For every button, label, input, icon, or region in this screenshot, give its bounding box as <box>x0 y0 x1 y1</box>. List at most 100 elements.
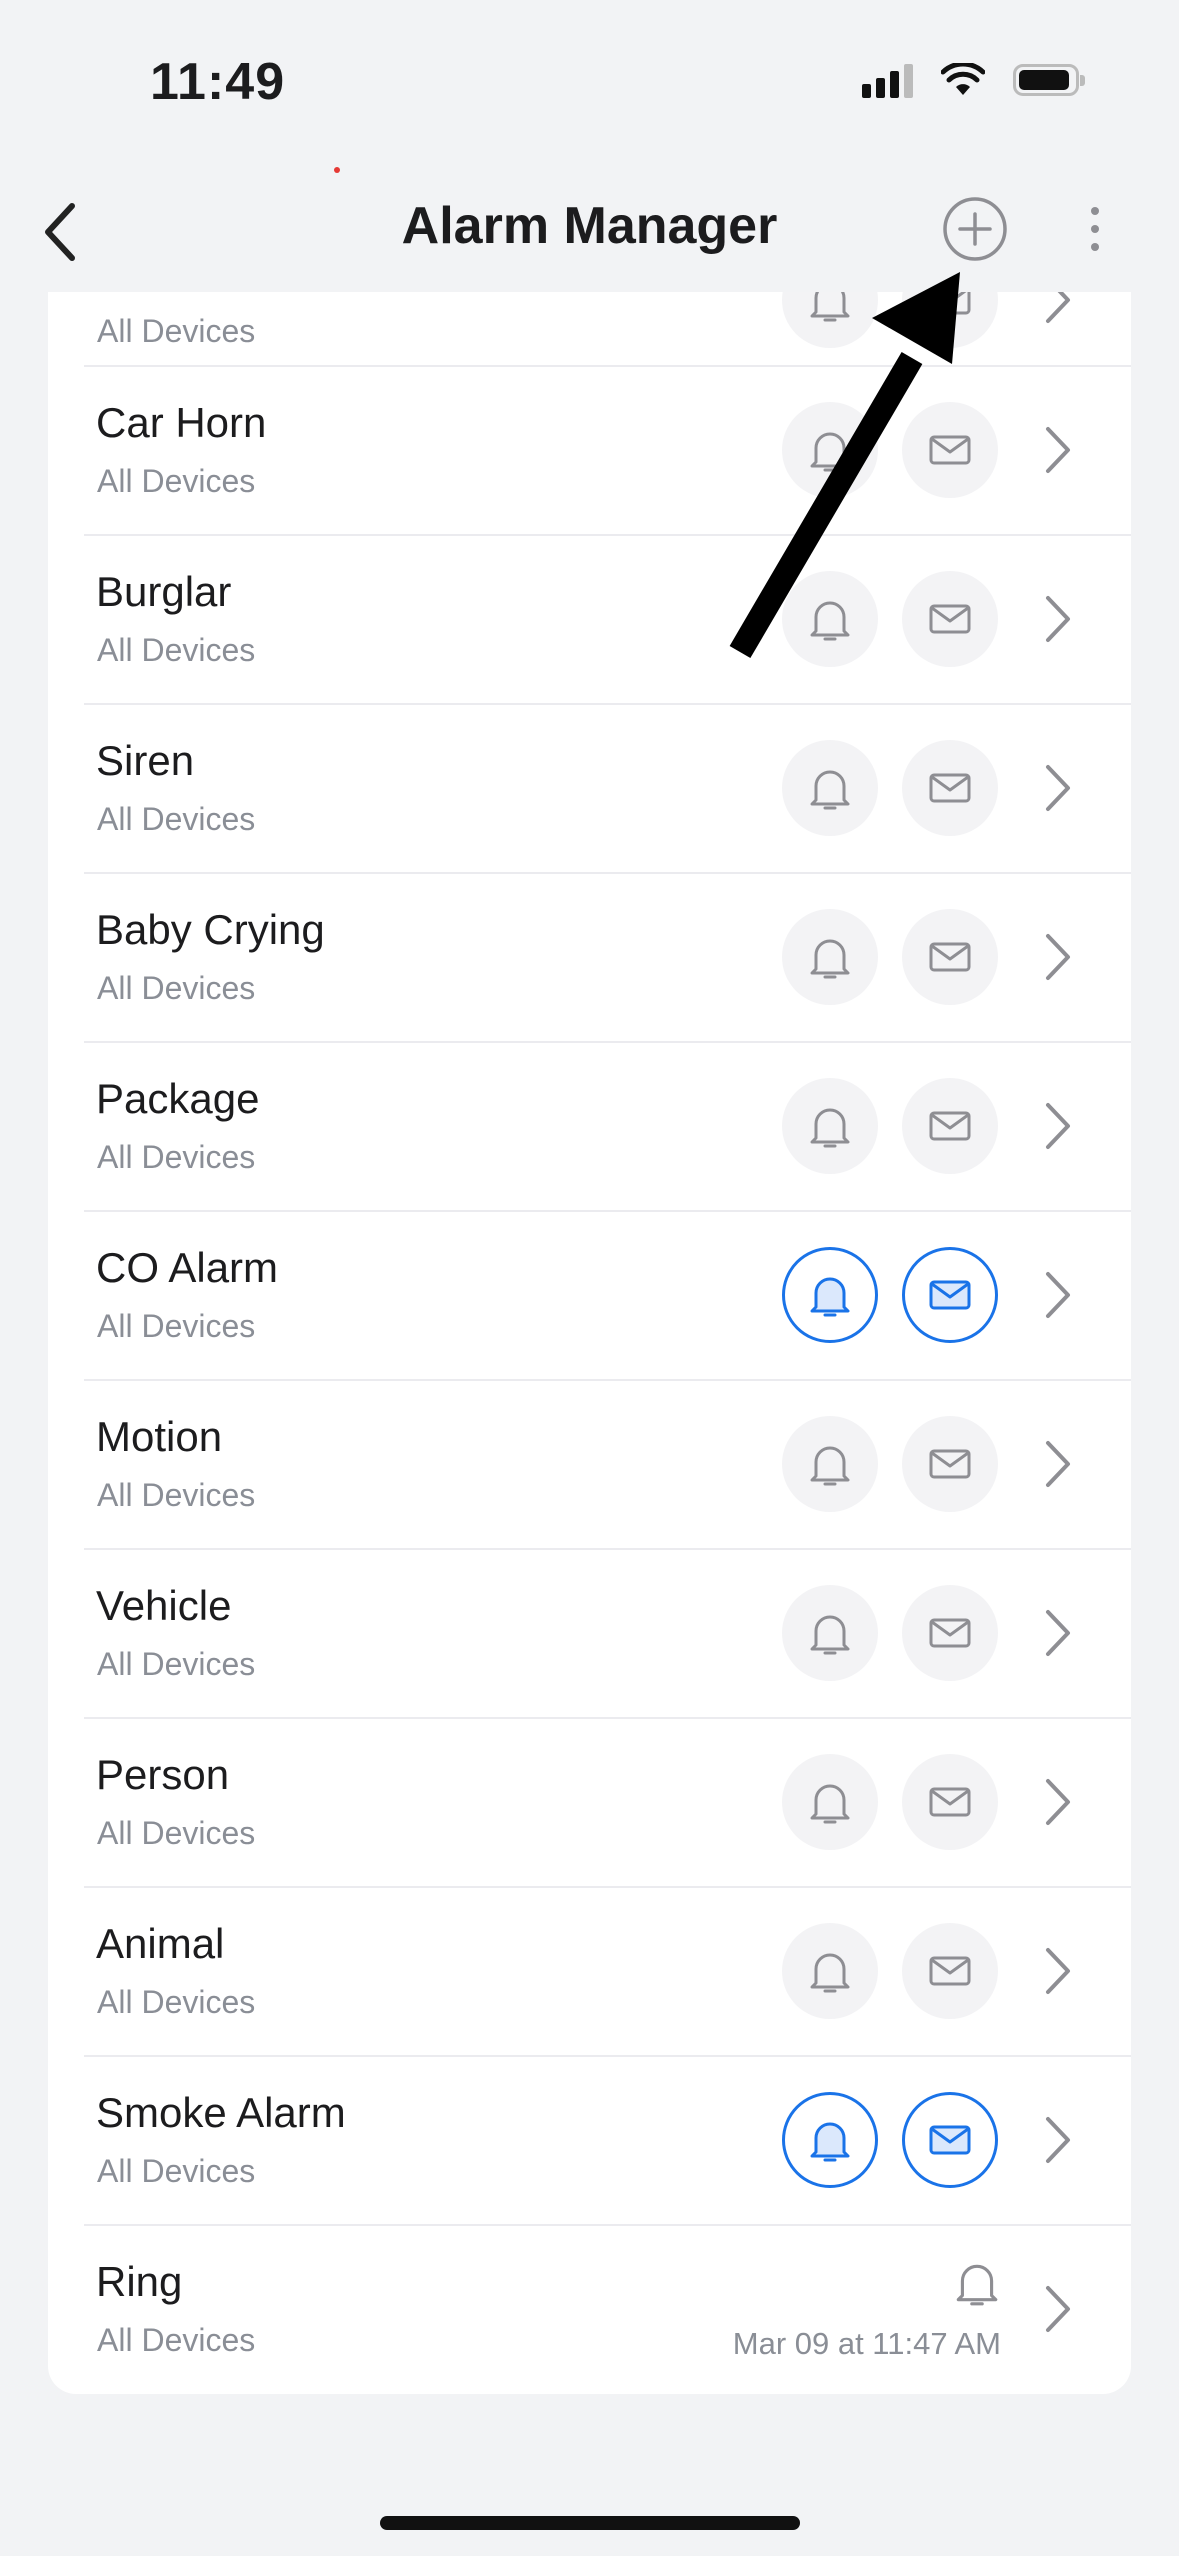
bell-icon <box>810 1615 850 1655</box>
alarm-name: CO Alarm <box>96 1244 279 1291</box>
divider <box>84 534 1131 536</box>
mail-icon <box>929 942 971 972</box>
alarm-name: Siren <box>96 737 195 784</box>
row-chevron[interactable] <box>1028 2274 1088 2344</box>
mail-icon <box>929 1787 971 1817</box>
bell-icon <box>810 1784 850 1824</box>
alarm-row-co-alarm[interactable]: CO Alarm All Devices <box>48 1210 1131 1379</box>
alarm-subtitle: All Devices <box>97 1477 256 1513</box>
bell-icon <box>810 1277 850 1317</box>
alarm-subtitle: All Devices <box>97 1646 256 1682</box>
mail-icon <box>929 1618 971 1648</box>
alarm-name: Motion <box>96 1413 223 1460</box>
row-chevron[interactable] <box>1028 1429 1088 1499</box>
alarm-subtitle: All Devices <box>97 1139 256 1175</box>
notify-toggle[interactable] <box>782 1416 878 1512</box>
alarm-row-vehicle[interactable]: Vehicle All Devices <box>48 1548 1131 1717</box>
email-toggle-active[interactable] <box>902 1247 998 1343</box>
chevron-right-icon <box>1046 1948 1070 1994</box>
bell-icon <box>810 1953 850 1993</box>
email-toggle[interactable] <box>902 1923 998 2019</box>
notify-toggle[interactable] <box>782 402 878 498</box>
alarm-row-baby-crying[interactable]: Baby Crying All Devices <box>48 872 1131 1041</box>
alarm-list: All Devices Car Horn All Devices Burglar… <box>48 292 1131 2394</box>
row-chevron[interactable] <box>1028 1598 1088 1668</box>
row-chevron[interactable] <box>1028 584 1088 654</box>
email-toggle[interactable] <box>902 571 998 667</box>
divider <box>84 703 1131 705</box>
divider <box>84 2224 1131 2226</box>
divider <box>84 1548 1131 1550</box>
chevron-right-icon <box>1046 292 1070 323</box>
row-chevron[interactable] <box>1028 1091 1088 1161</box>
alarm-row-animal[interactable]: Animal All Devices <box>48 1886 1131 2055</box>
alarm-row-package[interactable]: Package All Devices <box>48 1041 1131 1210</box>
email-toggle-active[interactable] <box>902 2092 998 2188</box>
bell-icon <box>810 2122 850 2162</box>
notify-toggle[interactable] <box>782 571 878 667</box>
alarm-row-smoke-alarm[interactable]: Smoke Alarm All Devices <box>48 2055 1131 2224</box>
row-chevron[interactable] <box>1028 1260 1088 1330</box>
alarm-name: Person <box>96 1751 230 1798</box>
mail-icon <box>929 2125 971 2155</box>
email-toggle[interactable] <box>902 1754 998 1850</box>
home-indicator[interactable] <box>380 2516 800 2530</box>
chevron-right-icon <box>1046 934 1070 980</box>
alarm-subtitle: All Devices <box>97 2322 256 2358</box>
row-chevron[interactable] <box>1028 292 1088 335</box>
divider <box>84 1041 1131 1043</box>
more-options-button[interactable] <box>1070 194 1120 264</box>
email-toggle[interactable] <box>902 292 998 348</box>
dot <box>1091 225 1099 233</box>
row-chevron[interactable] <box>1028 1767 1088 1837</box>
alarm-name: Baby Crying <box>96 906 325 953</box>
notify-toggle[interactable] <box>782 909 878 1005</box>
battery-icon <box>1013 64 1085 96</box>
notify-toggle-active[interactable] <box>782 1247 878 1343</box>
row-chevron[interactable] <box>1028 1936 1088 2006</box>
plus-circle-icon <box>943 197 1007 261</box>
email-toggle[interactable] <box>902 1078 998 1174</box>
bell-icon <box>810 939 850 979</box>
alarm-row-person[interactable]: Person All Devices <box>48 1717 1131 1886</box>
row-chevron[interactable] <box>1028 753 1088 823</box>
divider <box>84 1717 1131 1719</box>
mail-icon <box>929 1449 971 1479</box>
notify-toggle[interactable] <box>782 1923 878 2019</box>
notify-toggle[interactable] <box>782 740 878 836</box>
alarm-name: Animal <box>96 1920 225 1967</box>
notify-toggle[interactable] <box>782 1585 878 1681</box>
row-chevron[interactable] <box>1028 922 1088 992</box>
notify-toggle[interactable] <box>782 1754 878 1850</box>
notify-toggle[interactable] <box>782 292 878 348</box>
email-toggle[interactable] <box>902 740 998 836</box>
alarm-row-siren[interactable]: Siren All Devices <box>48 703 1131 872</box>
chevron-right-icon <box>1046 1441 1070 1487</box>
email-toggle[interactable] <box>902 1416 998 1512</box>
email-toggle[interactable] <box>902 909 998 1005</box>
row-chevron[interactable] <box>1028 415 1088 485</box>
dot <box>1091 207 1099 215</box>
chevron-right-icon <box>1046 2286 1070 2332</box>
alarm-subtitle: All Devices <box>97 2153 256 2189</box>
notify-toggle[interactable] <box>782 1078 878 1174</box>
add-alarm-button[interactable] <box>940 194 1010 264</box>
status-icons <box>862 62 1085 98</box>
alarm-row-ring[interactable]: Ring All Devices Mar 09 at 11:47 AM <box>48 2224 1131 2393</box>
bell-icon <box>810 770 850 810</box>
email-toggle[interactable] <box>902 1585 998 1681</box>
divider <box>84 872 1131 874</box>
nav-header: Alarm Manager <box>0 170 1179 290</box>
alarm-row-burglar[interactable]: Burglar All Devices <box>48 534 1131 703</box>
notify-toggle-active[interactable] <box>782 2092 878 2188</box>
email-toggle[interactable] <box>902 402 998 498</box>
alarm-row-motion[interactable]: Motion All Devices <box>48 1379 1131 1548</box>
alarm-row-car-horn[interactable]: Car Horn All Devices <box>48 365 1131 534</box>
alarm-name: Vehicle <box>96 1582 232 1629</box>
mail-icon <box>929 773 971 803</box>
row-chevron[interactable] <box>1028 2105 1088 2175</box>
chevron-right-icon <box>1046 1779 1070 1825</box>
chevron-right-icon <box>1046 1610 1070 1656</box>
bell-icon <box>810 292 850 322</box>
mail-icon <box>929 1280 971 1310</box>
